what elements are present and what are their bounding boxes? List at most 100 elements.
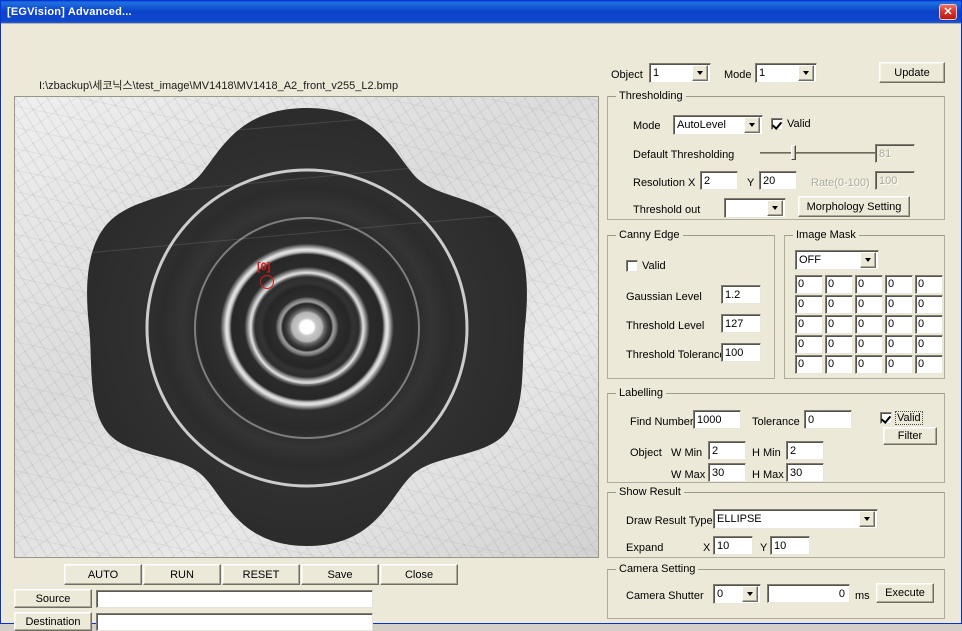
- thresholding-mode-value: AutoLevel: [677, 119, 726, 131]
- chevron-down-icon[interactable]: [798, 65, 814, 81]
- close-icon[interactable]: ✕: [939, 4, 957, 20]
- image-mask-group: Image Mask OFF 0 0 0 0 0 0 0 0 0 0 0 0 0…: [784, 229, 945, 379]
- slider-thumb[interactable]: [791, 145, 797, 160]
- thresholding-mode-select[interactable]: AutoLevel: [673, 115, 763, 135]
- chevron-down-icon[interactable]: [744, 117, 760, 133]
- default-thresholding-slider[interactable]: [760, 144, 885, 162]
- mask-cell[interactable]: 0: [915, 295, 943, 314]
- resolution-x-input[interactable]: 2: [700, 171, 738, 190]
- mask-cell[interactable]: 0: [915, 335, 943, 354]
- w-max-label: W Max: [671, 469, 706, 481]
- camera-shutter-ms-input[interactable]: 0: [767, 584, 850, 603]
- find-number-input[interactable]: 1000: [693, 410, 741, 429]
- threshold-out-label: Threshold out: [633, 204, 701, 216]
- w-max-input[interactable]: 30: [708, 463, 746, 482]
- destination-input[interactable]: [96, 612, 373, 631]
- show-result-group: Show Result Draw Result Type ELLIPSE Exp…: [607, 486, 945, 558]
- morphology-setting-button[interactable]: Morphology Setting: [798, 196, 910, 217]
- expand-x-input[interactable]: 10: [713, 536, 753, 555]
- thresholding-group-title: Thresholding: [616, 90, 686, 102]
- h-min-input[interactable]: 2: [786, 441, 824, 460]
- mask-cell[interactable]: 0: [855, 355, 883, 374]
- object-select[interactable]: 1: [649, 63, 711, 83]
- image-viewport[interactable]: [0]: [14, 96, 599, 558]
- chevron-down-icon[interactable]: [860, 252, 876, 268]
- auto-button[interactable]: AUTO: [64, 564, 142, 585]
- mask-cell[interactable]: 0: [915, 275, 943, 294]
- mask-cell[interactable]: 0: [855, 295, 883, 314]
- expand-y-input[interactable]: 10: [770, 536, 810, 555]
- image-mask-select[interactable]: OFF: [795, 250, 879, 270]
- draw-result-type-select[interactable]: ELLIPSE: [713, 509, 878, 529]
- mask-cell[interactable]: 0: [885, 355, 913, 374]
- w-min-input[interactable]: 2: [708, 441, 746, 460]
- expand-label: Expand: [626, 542, 664, 554]
- destination-button[interactable]: Destination: [14, 612, 92, 631]
- source-input[interactable]: [96, 589, 373, 608]
- mask-cell[interactable]: 0: [795, 355, 823, 374]
- resolution-y-input[interactable]: 20: [759, 171, 797, 190]
- draw-result-type-value: ELLIPSE: [717, 513, 762, 525]
- chevron-down-icon[interactable]: [742, 586, 758, 602]
- filter-button[interactable]: Filter: [883, 427, 937, 445]
- camera-shutter-mode-value: 0: [717, 588, 724, 600]
- object-select-value: 1: [653, 67, 660, 79]
- default-thresholding-value[interactable]: 81: [875, 144, 915, 163]
- mask-cell[interactable]: 0: [825, 355, 853, 374]
- camera-shutter-select[interactable]: 0: [713, 584, 761, 604]
- mask-cell[interactable]: 0: [795, 275, 823, 294]
- client-area: I:\zbackup\세코닉스\test_image\MV1418\MV1418…: [1, 23, 961, 631]
- source-row: Source: [14, 589, 373, 608]
- threshold-out-select[interactable]: [724, 198, 786, 218]
- h-max-input[interactable]: 30: [786, 463, 824, 482]
- tolerance-input[interactable]: 0: [804, 410, 852, 429]
- mask-cell[interactable]: 0: [825, 295, 853, 314]
- mask-cell[interactable]: 0: [825, 275, 853, 294]
- titlebar-buttons: ✕: [939, 4, 959, 20]
- canny-valid-checkbox[interactable]: Valid: [626, 260, 666, 272]
- close-button[interactable]: Close: [380, 564, 458, 585]
- chevron-down-icon[interactable]: [767, 200, 783, 216]
- camera-shutter-label: Camera Shutter: [626, 590, 704, 602]
- run-button[interactable]: RUN: [143, 564, 221, 585]
- execute-button[interactable]: Execute: [876, 583, 934, 603]
- mask-cell[interactable]: 0: [855, 335, 883, 354]
- mask-cell[interactable]: 0: [885, 315, 913, 334]
- gaussian-level-input[interactable]: 1.2: [721, 285, 761, 304]
- mask-cell[interactable]: 0: [795, 295, 823, 314]
- mask-cell[interactable]: 0: [885, 295, 913, 314]
- mask-cell[interactable]: 0: [915, 355, 943, 374]
- update-button[interactable]: Update: [879, 62, 945, 83]
- mode-select-value: 1: [759, 67, 766, 79]
- mask-cell[interactable]: 0: [855, 315, 883, 334]
- threshold-level-label: Threshold Level: [626, 320, 705, 332]
- mask-cell[interactable]: 0: [825, 335, 853, 354]
- mask-cell[interactable]: 0: [915, 315, 943, 334]
- source-button[interactable]: Source: [14, 589, 92, 608]
- destination-row: Destination: [14, 612, 373, 631]
- object-label: Object: [611, 69, 643, 81]
- slider-track: [760, 152, 885, 154]
- rate-input[interactable]: 100: [875, 171, 915, 190]
- mask-cell[interactable]: 0: [885, 335, 913, 354]
- mask-cell[interactable]: 0: [795, 315, 823, 334]
- mask-cell[interactable]: 0: [795, 335, 823, 354]
- mode-select[interactable]: 1: [755, 63, 817, 83]
- thresholding-valid-checkbox[interactable]: Valid: [771, 118, 811, 130]
- chevron-down-icon[interactable]: [859, 511, 875, 527]
- lens-body-graphic: [86, 108, 527, 546]
- mask-cell[interactable]: 0: [885, 275, 913, 294]
- labelling-group-title: Labelling: [616, 387, 667, 399]
- resolution-y-label: Y: [747, 177, 755, 189]
- mask-cell[interactable]: 0: [825, 315, 853, 334]
- chevron-down-icon[interactable]: [692, 65, 708, 81]
- threshold-tolerance-input[interactable]: 100: [721, 343, 761, 362]
- image-mask-group-title: Image Mask: [793, 229, 859, 241]
- save-button[interactable]: Save: [301, 564, 379, 585]
- reset-button[interactable]: RESET: [222, 564, 300, 585]
- threshold-level-input[interactable]: 127: [721, 314, 761, 333]
- labelling-valid-label: Valid: [895, 411, 923, 425]
- labelling-valid-checkbox[interactable]: Valid: [880, 411, 923, 425]
- h-min-label: H Min: [752, 447, 781, 459]
- mask-cell[interactable]: 0: [855, 275, 883, 294]
